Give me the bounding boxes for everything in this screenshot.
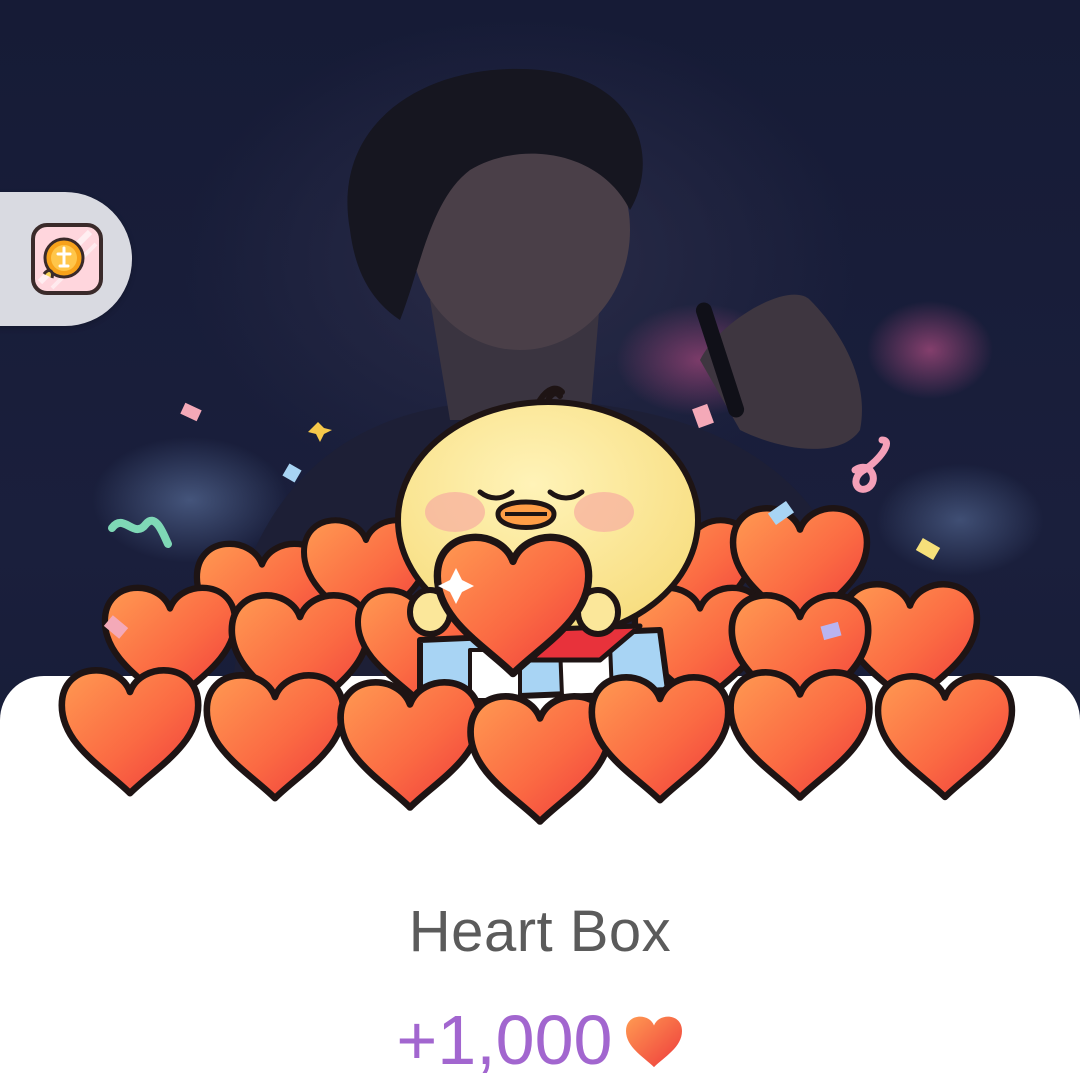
- reward-amount-row: +1,000: [0, 1000, 1080, 1080]
- heart-icon: [624, 1012, 684, 1068]
- reward-amount: +1,000: [396, 1001, 613, 1079]
- heart-box-illustration: [0, 385, 1080, 840]
- heart-box-screen: Heart Box +1,000: [0, 0, 1080, 1080]
- hamster-coin-icon[interactable]: [30, 222, 104, 296]
- reward-title: Heart Box: [408, 899, 672, 964]
